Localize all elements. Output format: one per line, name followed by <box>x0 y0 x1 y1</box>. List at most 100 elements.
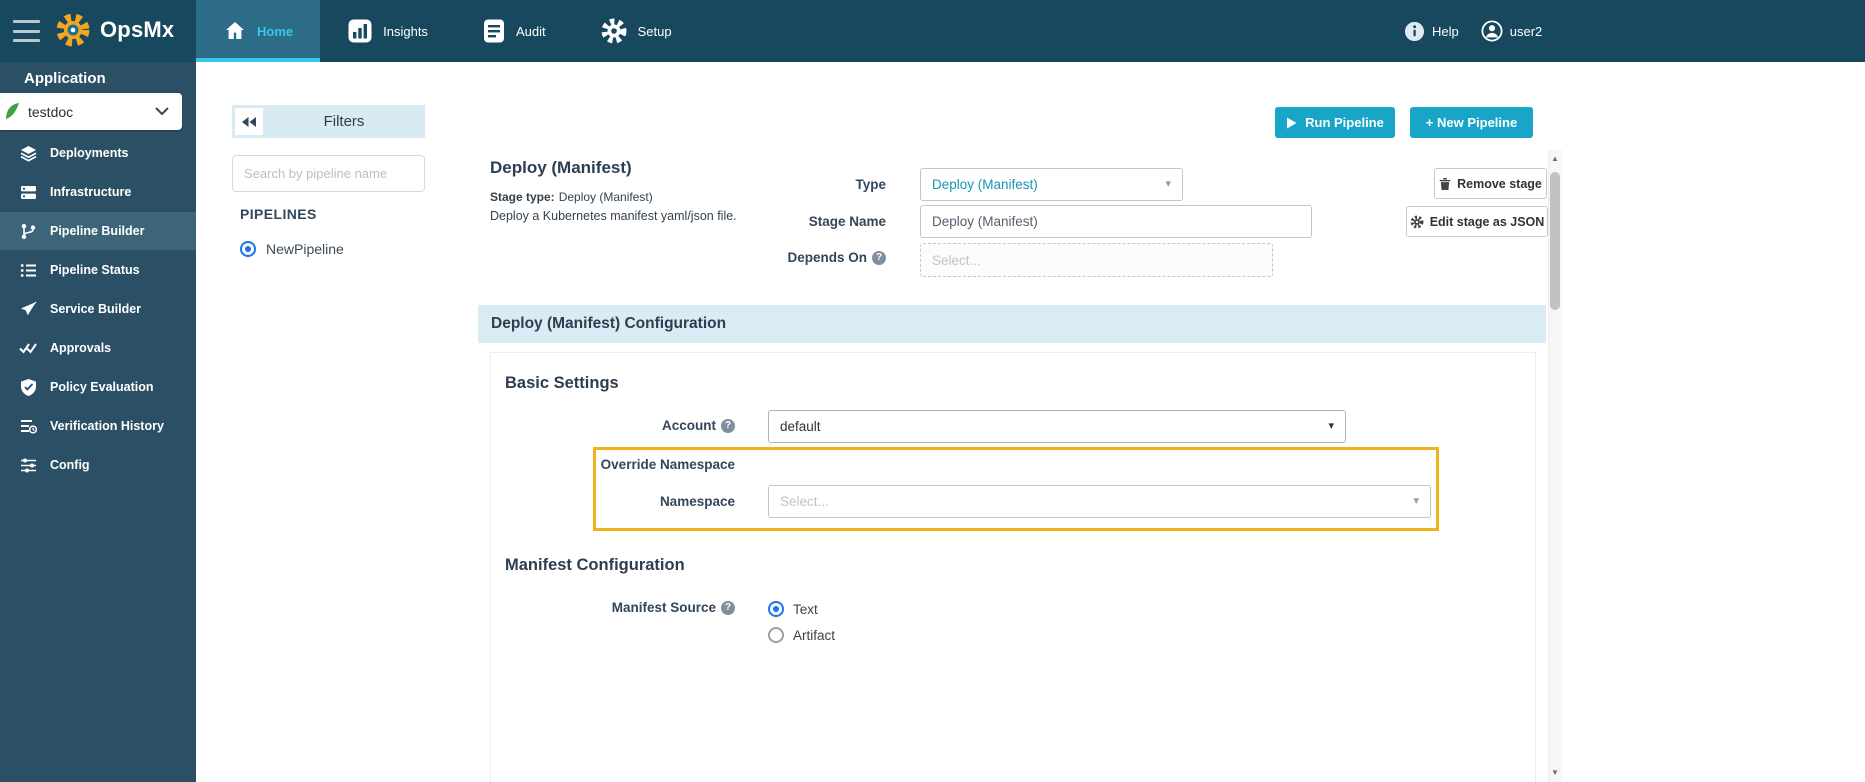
filters-title: Filters <box>263 113 425 130</box>
caret-down-icon: ▾ <box>1165 179 1171 190</box>
pipeline-status-icon <box>19 261 37 279</box>
sidebar-item-policy-evaluation[interactable]: Policy Evaluation <box>0 368 196 406</box>
stage-type-select-value: Deploy (Manifest) <box>932 177 1038 192</box>
pipeline-builder-icon <box>19 222 37 240</box>
type-label-text: Type <box>855 177 886 192</box>
tab-audit[interactable]: Audit <box>455 0 573 62</box>
audit-icon <box>482 18 506 44</box>
tab-setup[interactable]: Setup <box>573 0 699 62</box>
chevron-down-icon <box>155 107 169 116</box>
help-badge-icon[interactable]: ? <box>721 601 735 615</box>
sidebar-item-label: Approvals <box>50 341 111 355</box>
pipeline-list-item[interactable]: NewPipeline <box>240 241 344 257</box>
sidebar-item-label: Policy Evaluation <box>50 380 154 394</box>
run-pipeline-button[interactable]: Run Pipeline <box>1275 107 1395 138</box>
scroll-down-arrow[interactable]: ▼ <box>1548 766 1562 780</box>
service-builder-icon <box>19 300 37 318</box>
stage-name-input[interactable] <box>920 205 1312 238</box>
sidebar-item-verification-history[interactable]: Verification History <box>0 407 196 445</box>
sidebar-item-label: Deployments <box>50 146 129 160</box>
remove-stage-label: Remove stage <box>1457 177 1542 191</box>
trash-icon <box>1439 177 1451 191</box>
brand[interactable]: OpsMx <box>54 11 174 49</box>
config-section-title: Deploy (Manifest) Configuration <box>491 315 726 333</box>
namespace-select[interactable]: Select... ▾ <box>768 485 1431 518</box>
pipeline-search-input[interactable] <box>232 155 425 192</box>
application-selector[interactable]: testdoc <box>0 93 182 130</box>
sidebar-item-label: Infrastructure <box>50 185 131 199</box>
tab-home[interactable]: Home <box>196 0 320 62</box>
caret-down-icon: ▾ <box>1413 496 1419 507</box>
help-button[interactable]: Help <box>1404 21 1459 42</box>
scroll-up-arrow[interactable]: ▲ <box>1548 152 1562 166</box>
sidebar-item-pipeline-builder[interactable]: Pipeline Builder <box>0 212 196 250</box>
sidebar-item-label: Pipeline Status <box>50 263 140 277</box>
help-badge-icon[interactable]: ? <box>721 419 735 433</box>
namespace-placeholder: Select... <box>780 494 829 509</box>
policy-evaluation-icon <box>19 378 37 396</box>
manifest-source-option-text[interactable]: Text <box>768 601 818 617</box>
run-pipeline-label: Run Pipeline <box>1305 115 1384 130</box>
sidebar-item-infrastructure[interactable]: Infrastructure <box>0 173 196 211</box>
scrollbar-thumb[interactable] <box>1550 172 1560 310</box>
tab-insights[interactable]: Insights <box>320 0 455 62</box>
home-icon <box>223 19 247 43</box>
sidebar-item-pipeline-status[interactable]: Pipeline Status <box>0 251 196 289</box>
pipelines-header: PIPELINES <box>240 206 317 222</box>
stage-name-label-text: Stage Name <box>809 214 886 229</box>
menu-icon[interactable] <box>13 20 40 42</box>
artifact-radio-label: Artifact <box>793 628 835 643</box>
filters-panel-header: Filters <box>232 105 425 138</box>
type-label: Type <box>756 177 886 192</box>
stage-type-line: Stage type: Deploy (Manifest) <box>490 190 653 204</box>
manifest-configuration-heading: Manifest Configuration <box>505 556 685 575</box>
config-icon <box>19 456 37 474</box>
account-label: Account ? <box>585 418 735 433</box>
edit-stage-json-label: Edit stage as JSON <box>1430 215 1545 229</box>
manifest-source-label: Manifest Source ? <box>575 600 735 615</box>
remove-stage-button[interactable]: Remove stage <box>1434 168 1547 199</box>
sidebar-item-label: Pipeline Builder <box>50 224 144 238</box>
config-section-header: Deploy (Manifest) Configuration <box>478 305 1546 343</box>
account-label-text: Account <box>662 418 716 433</box>
approvals-icon <box>19 339 37 357</box>
new-pipeline-button[interactable]: + New Pipeline <box>1410 107 1533 138</box>
insights-icon <box>347 18 373 44</box>
edit-stage-json-button[interactable]: Edit stage as JSON <box>1406 206 1548 237</box>
pipeline-radio[interactable] <box>240 241 256 257</box>
main-tabs: Home Insights Audit Setup <box>196 0 699 62</box>
stage-title: Deploy (Manifest) <box>490 158 632 178</box>
new-pipeline-label: + New Pipeline <box>1426 115 1517 130</box>
setup-gear-icon <box>600 17 628 45</box>
manifest-source-option-artifact[interactable]: Artifact <box>768 627 835 643</box>
sidebar-item-label: Config <box>50 458 90 472</box>
app-canvas: OpsMx Home Insights Audit Setup <box>0 0 1865 782</box>
info-icon <box>1404 21 1425 42</box>
text-radio-label: Text <box>793 602 818 617</box>
stage-type-select[interactable]: Deploy (Manifest) ▾ <box>920 168 1183 201</box>
manifest-source-label-text: Manifest Source <box>612 600 716 615</box>
help-badge-icon[interactable]: ? <box>872 251 886 265</box>
double-arrow-left-icon <box>241 116 257 128</box>
selected-application: testdoc <box>28 104 155 120</box>
sidebar-item-config[interactable]: Config <box>0 446 196 484</box>
collapse-filters-button[interactable] <box>235 108 263 135</box>
sidebar-item-label: Service Builder <box>50 302 141 316</box>
account-select[interactable]: default ▾ <box>768 410 1346 443</box>
sidebar-item-deployments[interactable]: Deployments <box>0 134 196 172</box>
stage-description: Deploy a Kubernetes manifest yaml/json f… <box>490 209 737 223</box>
sidebar-item-approvals[interactable]: Approvals <box>0 329 196 367</box>
artifact-radio[interactable] <box>768 627 784 643</box>
deployments-icon <box>19 144 37 162</box>
help-label: Help <box>1432 24 1459 39</box>
infrastructure-icon <box>19 183 37 201</box>
user-label: user2 <box>1510 24 1543 39</box>
sidebar-item-service-builder[interactable]: Service Builder <box>0 290 196 328</box>
tab-label: Insights <box>383 24 428 39</box>
text-radio[interactable] <box>768 601 784 617</box>
depends-on-select[interactable]: Select... <box>920 243 1273 277</box>
sidebar-item-label: Verification History <box>50 419 164 433</box>
tab-label: Home <box>257 24 293 39</box>
user-menu[interactable]: user2 <box>1481 20 1543 42</box>
user-icon <box>1481 20 1503 42</box>
